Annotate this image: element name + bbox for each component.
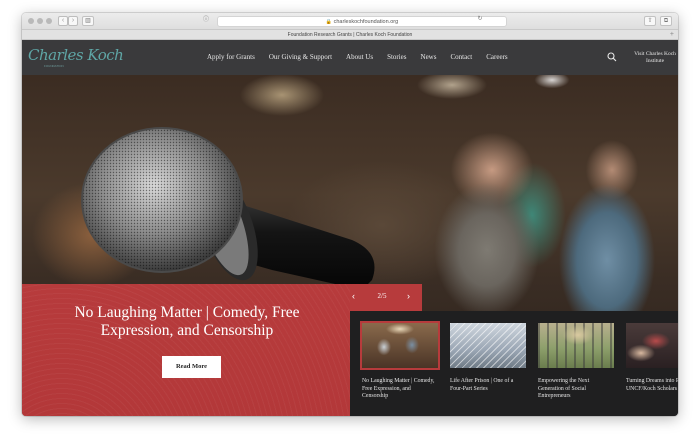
nav-our-giving-support[interactable]: Our Giving & Support: [262, 40, 339, 75]
nav-stories[interactable]: Stories: [380, 40, 413, 75]
search-icon[interactable]: [607, 52, 617, 62]
site-logo[interactable]: Charles Koch: [28, 46, 124, 64]
minimize-window-button[interactable]: [37, 18, 43, 24]
tabs-overview-icon[interactable]: ⧉: [660, 16, 672, 26]
story-card[interactable]: Empowering the Next Generation of Social…: [538, 323, 614, 401]
story-card-title[interactable]: No Laughing Matter | Comedy, Free Expres…: [362, 378, 438, 401]
share-icon[interactable]: ⇧: [644, 16, 656, 26]
close-window-button[interactable]: [28, 18, 34, 24]
story-card-title[interactable]: Life After Prison | One of a Four-Part S…: [450, 378, 526, 393]
tab-strip: Foundation Research Grants | Charles Koc…: [22, 30, 678, 40]
carousel-controls: ‹ 2/5 ›: [342, 284, 422, 311]
sidebar-toggle-icon[interactable]: ▥: [82, 16, 94, 26]
story-card-thumbnail[interactable]: [360, 321, 440, 370]
nav-news[interactable]: News: [414, 40, 444, 75]
hero-carousel: ‹ 2/5 › No Laughing Matter | Comedy, Fre…: [22, 75, 678, 416]
nav-contact[interactable]: Contact: [443, 40, 479, 75]
reader-info-icon[interactable]: ⓘ: [200, 16, 212, 26]
story-card-thumbnail[interactable]: [450, 323, 526, 368]
site-header: Charles Koch FOUNDATION Apply for Grants…: [22, 40, 678, 75]
forward-button[interactable]: ›: [68, 16, 78, 26]
zoom-window-button[interactable]: [46, 18, 52, 24]
story-cards-strip: No Laughing Matter | Comedy, Free Expres…: [350, 311, 678, 416]
address-bar[interactable]: 🔒 charleskochfoundation.org: [217, 16, 507, 27]
nav-apply-for-grants[interactable]: Apply for Grants: [200, 40, 262, 75]
hero-title: No Laughing Matter | Comedy, Free Expres…: [74, 304, 300, 339]
back-button[interactable]: ‹: [58, 16, 68, 26]
main-nav: Apply for Grants Our Giving & Support Ab…: [200, 40, 515, 75]
carousel-counter: 2/5: [377, 292, 387, 300]
browser-window: ‹ › ▥ ⓘ 🔒 charleskochfoundation.org ↻ ⇧ …: [22, 13, 678, 416]
lock-icon: 🔒: [325, 19, 333, 25]
browser-toolbar: ‹ › ▥ ⓘ 🔒 charleskochfoundation.org ↻ ⇧ …: [22, 13, 678, 30]
url-text: charleskochfoundation.org: [333, 19, 399, 25]
read-more-button[interactable]: Read More: [162, 356, 221, 378]
carousel-next-button[interactable]: ›: [407, 291, 410, 301]
reload-icon[interactable]: ↻: [474, 15, 486, 25]
story-card-thumbnail[interactable]: [626, 323, 678, 368]
visit-charles-koch-institute-link[interactable]: Visit Charles Koch Institute: [634, 51, 676, 64]
story-card[interactable]: Life After Prison | One of a Four-Part S…: [450, 323, 526, 393]
story-card[interactable]: No Laughing Matter | Comedy, Free Expres…: [360, 321, 440, 401]
story-card-thumbnail[interactable]: [538, 323, 614, 368]
hero-caption-panel: No Laughing Matter | Comedy, Free Expres…: [22, 284, 350, 416]
story-card-title[interactable]: Empowering the Next Generation of Social…: [538, 378, 614, 401]
new-tab-button[interactable]: +: [670, 30, 674, 40]
site-logo-subtext: FOUNDATION: [44, 64, 64, 68]
nav-careers[interactable]: Careers: [479, 40, 514, 75]
active-tab-title[interactable]: Foundation Research Grants | Charles Koc…: [288, 32, 413, 38]
story-card[interactable]: Turning Dreams into Reality: UNCF/Koch S…: [626, 323, 678, 393]
story-card-title[interactable]: Turning Dreams into Reality: UNCF/Koch S…: [626, 378, 678, 393]
nav-about-us[interactable]: About Us: [339, 40, 380, 75]
